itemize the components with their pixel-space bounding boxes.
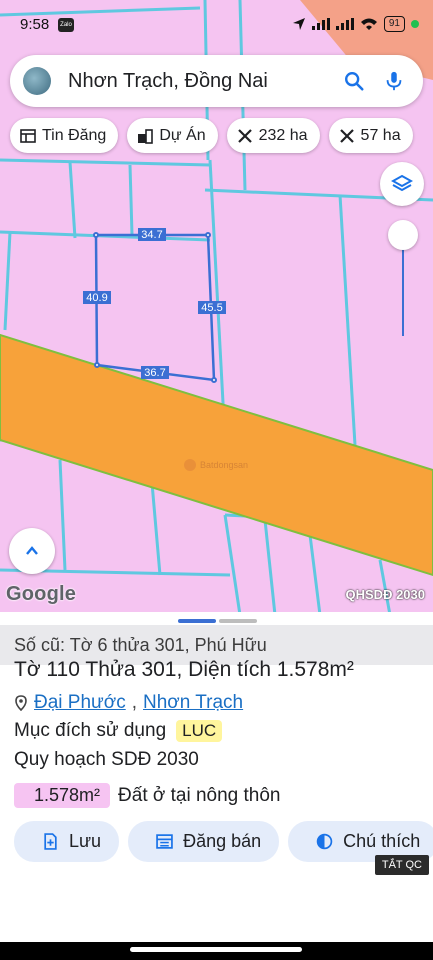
purpose-row: Mục đích sử dụng LUC — [14, 720, 223, 742]
add-doc-icon — [44, 833, 57, 850]
chip-label: Tin Đăng — [42, 126, 107, 144]
cross-measure-icon — [237, 128, 252, 143]
wifi-icon — [360, 18, 377, 30]
home-indicator[interactable] — [130, 947, 302, 952]
action-buttons: Lưu Đăng bán Chú thích — [14, 821, 433, 862]
cross-measure-icon — [339, 128, 354, 143]
search-icon[interactable] — [343, 70, 365, 92]
location-pin-icon — [15, 695, 27, 711]
purpose-label: Mục đích sử dụng — [14, 720, 167, 741]
battery-indicator: 91 — [383, 16, 405, 32]
post-sale-button[interactable]: Đăng bán — [128, 821, 280, 862]
district-link[interactable]: Nhơn Trạch — [143, 692, 243, 714]
filter-chips: Tin Đăng Dự Án 232 ha 57 ha — [10, 118, 413, 153]
building-icon — [138, 128, 154, 144]
hide-ads-button[interactable]: TẮT QC — [374, 855, 429, 875]
chip-label: 57 ha — [360, 126, 401, 144]
layer-label: QHSDĐ 2030 — [345, 587, 425, 602]
avatar[interactable] — [23, 67, 51, 95]
status-time: 9:58 — [20, 16, 50, 33]
dim-top-label: 34.7 — [141, 229, 162, 241]
plan-area-row: 1.578m² Đất ở tại nông thôn — [14, 783, 281, 808]
green-dot-icon — [411, 20, 419, 28]
search-bar[interactable]: Nhơn Trạch, Đồng Nai — [10, 55, 423, 107]
layers-button[interactable] — [380, 162, 424, 206]
signal-icon — [311, 18, 330, 30]
contrast-icon — [316, 833, 333, 850]
chip-label: 232 ha — [258, 126, 308, 144]
mic-icon[interactable] — [383, 70, 405, 92]
location-arrow-icon — [292, 18, 305, 30]
signal-2-icon — [335, 18, 354, 30]
address-row: Đại Phước, Nhơn Trạch — [14, 692, 243, 714]
address-separator: , — [131, 692, 137, 713]
chip-label: Dự Án — [159, 126, 206, 144]
listing-icon — [156, 834, 173, 849]
purpose-code-badge: LUC — [176, 720, 223, 742]
expand-up-button[interactable] — [9, 528, 55, 574]
chip-232-ha[interactable]: 232 ha — [226, 118, 320, 153]
plan-label: Quy hoạch SDĐ 2030 — [14, 749, 199, 770]
chip-du-an[interactable]: Dự Án — [127, 118, 218, 153]
post-sale-button-label: Đăng bán — [183, 831, 262, 851]
opacity-slider-knob[interactable] — [388, 220, 418, 250]
chevron-up-icon — [26, 546, 38, 555]
save-button-label: Lưu — [69, 831, 102, 851]
legend-button-label: Chú thích — [343, 831, 421, 851]
dim-left-label: 40.9 — [86, 292, 107, 304]
ward-link[interactable]: Đại Phước — [34, 692, 126, 714]
layers-icon — [391, 174, 413, 192]
chip-57-ha[interactable]: 57 ha — [328, 118, 413, 153]
status-bar: 9:58 Zalo 91 — [0, 0, 433, 50]
list-icon — [20, 128, 36, 143]
plan-use: Đất ở tại nông thôn — [118, 784, 281, 806]
watermark-logo: Batdongsan — [184, 459, 248, 471]
lot-info: Tờ 110 Thửa 301, Diện tích 1.578m² — [14, 658, 354, 681]
chip-tin-dang[interactable]: Tin Đăng — [10, 118, 119, 153]
svg-text:Batdongsan: Batdongsan — [200, 460, 248, 470]
plan-area-badge: 1.578m² — [14, 783, 111, 808]
search-query[interactable]: Nhơn Trạch, Đồng Nai — [68, 70, 343, 93]
system-nav-bar — [0, 942, 433, 960]
zalo-badge-icon: Zalo — [58, 18, 74, 32]
google-logo: Google — [6, 583, 77, 605]
bottom-sheet: Số cũ: Tờ 6 thửa 301, Phú Hữu Tờ 110 Thử… — [0, 612, 433, 960]
dim-bottom-label: 36.7 — [144, 367, 165, 379]
dim-right-label: 45.5 — [201, 302, 222, 314]
sheet-handle[interactable] — [178, 619, 257, 623]
save-button[interactable]: Lưu — [14, 821, 120, 862]
